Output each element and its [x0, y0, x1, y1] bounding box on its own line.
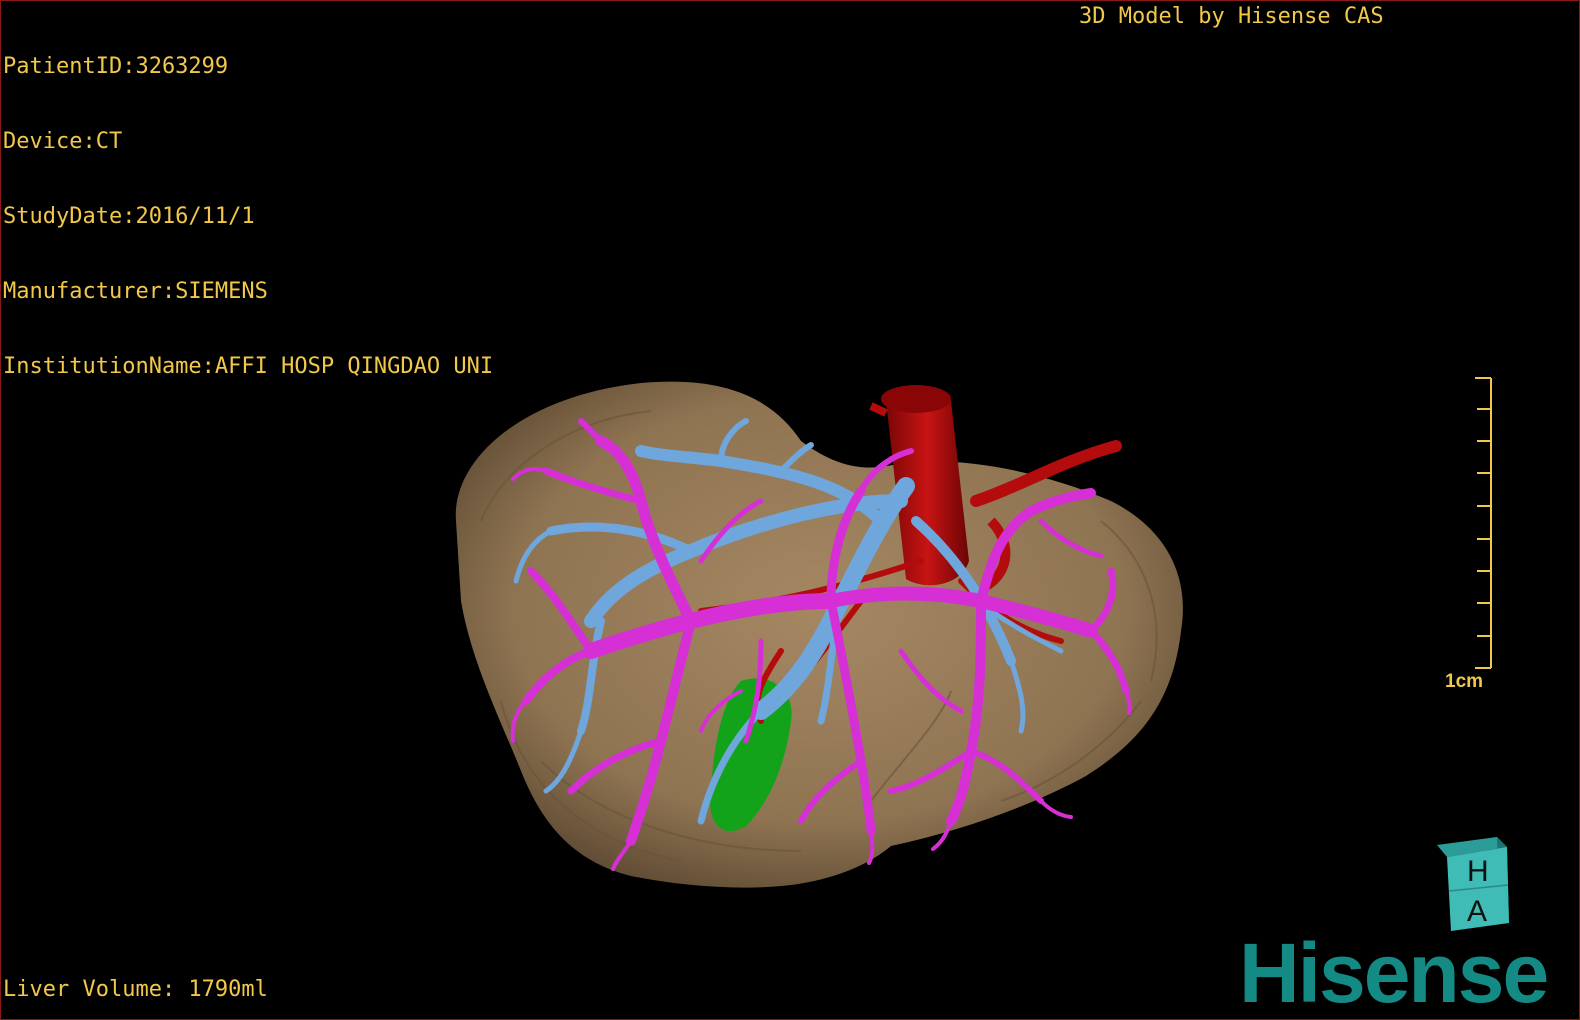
scale-bar-label: 1cm [1445, 671, 1484, 692]
liver-volume-text: Liver Volume: 1790ml [3, 977, 268, 1002]
cube-top-letter: H [1467, 855, 1489, 888]
3d-viewport[interactable]: PatientID:3263299 Device:CT StudyDate:20… [0, 0, 1580, 1020]
scale-bar [1475, 377, 1492, 669]
hisense-logo: Hisense [1239, 926, 1549, 1020]
liver-3d-model[interactable] [1, 1, 1580, 1020]
orientation-cube[interactable]: H A [1429, 835, 1519, 935]
cube-bottom-letter: A [1467, 895, 1487, 928]
